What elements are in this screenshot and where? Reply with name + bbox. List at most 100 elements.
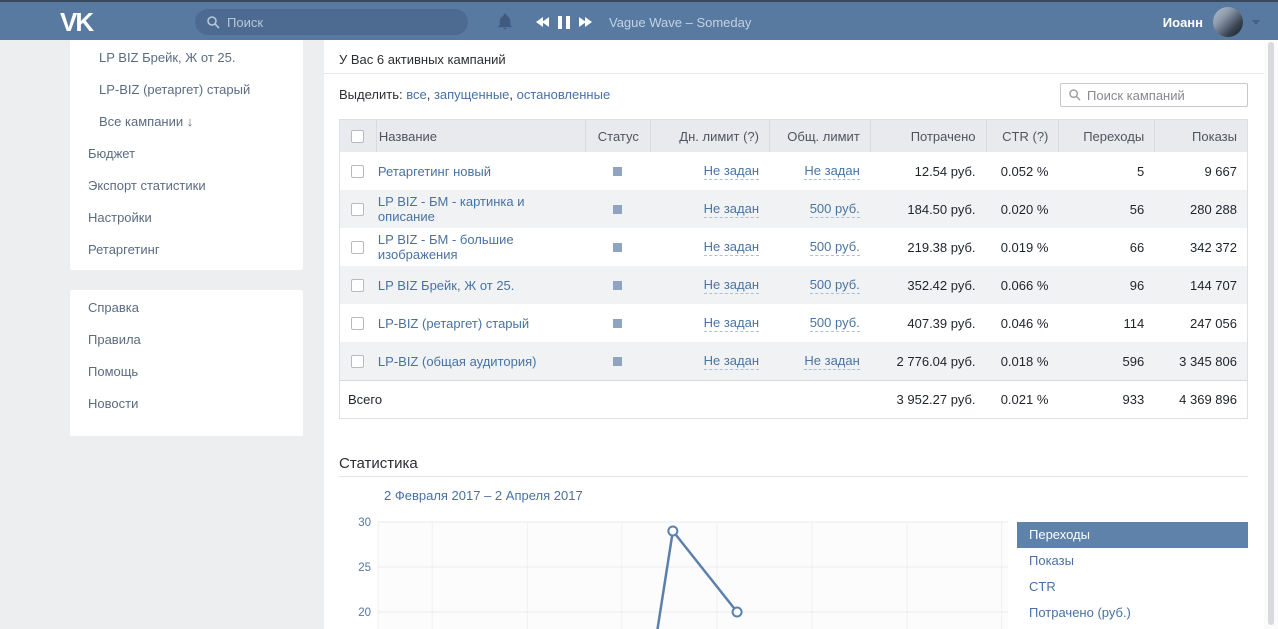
sidebar-item[interactable]: Экспорт статистики: [70, 170, 303, 202]
global-search-input[interactable]: [227, 15, 456, 30]
impressions-cell: 247 056: [1154, 316, 1247, 331]
sidebar-item[interactable]: Настройки: [70, 202, 303, 234]
total-limit-link[interactable]: 500 руб.: [810, 277, 860, 294]
chart-ytick-label: 25: [358, 562, 371, 574]
sidebar-item[interactable]: Ретаргетинг: [70, 234, 303, 266]
column-header[interactable]: Дн. лимит (?): [650, 120, 769, 152]
total-limit-link[interactable]: Не задан: [804, 163, 859, 180]
column-header[interactable]: Общ. лимит: [769, 120, 870, 152]
impressions-cell: 3 345 806: [1154, 354, 1247, 369]
row-checkbox[interactable]: [351, 279, 364, 292]
sidebar-item[interactable]: LP BIZ Брейк, Ж от 25.: [70, 42, 303, 74]
day-limit-cell: Не задан: [650, 353, 769, 370]
user-name: Иоанн: [1163, 15, 1203, 30]
campaign-status-cell: [585, 319, 650, 328]
status-stopped-icon: [613, 205, 622, 214]
total-ctr: 0.021 %: [986, 392, 1059, 407]
sidebar-item[interactable]: LP-BIZ (ретаргет) старый: [70, 74, 303, 106]
sidebar-item[interactable]: Справка: [70, 292, 303, 324]
vk-logo[interactable]: VK: [60, 7, 92, 38]
campaign-status-cell: [585, 357, 650, 366]
day-limit-link[interactable]: Не задан: [704, 239, 759, 256]
total-limit-cell: 500 руб.: [769, 315, 870, 332]
row-checkbox-cell: [340, 279, 376, 292]
campaign-search[interactable]: [1060, 83, 1248, 107]
column-header[interactable]: CTR (?): [986, 120, 1059, 152]
select-filter-link[interactable]: запущенные: [434, 87, 509, 102]
select-all-checkbox[interactable]: [351, 130, 364, 143]
column-header[interactable]: Потрачено: [870, 120, 986, 152]
column-header[interactable]: Показы: [1154, 120, 1247, 152]
ctr-cell: 0.019 %: [986, 240, 1059, 255]
total-limit-cell: Не задан: [769, 163, 870, 180]
campaign-status-cell: [585, 205, 650, 214]
ctr-cell: 0.046 %: [986, 316, 1059, 331]
total-limit-link[interactable]: 500 руб.: [810, 201, 860, 218]
metric-menu-item[interactable]: CTR: [1017, 574, 1248, 600]
day-limit-link[interactable]: Не задан: [704, 163, 759, 180]
clicks-cell: 66: [1058, 240, 1154, 255]
day-limit-link[interactable]: Не задан: [704, 277, 759, 294]
table-total-row: Всего 3 952.27 руб. 0.021 % 933 4 369 89…: [340, 380, 1247, 418]
spent-cell: 184.50 руб.: [870, 202, 986, 217]
day-limit-link[interactable]: Не задан: [704, 201, 759, 218]
campaign-name-cell: LP-BIZ (ретаргет) старый: [376, 316, 586, 331]
status-stopped-icon: [613, 281, 622, 290]
column-header[interactable]: Статус: [585, 120, 650, 152]
row-checkbox[interactable]: [351, 203, 364, 216]
status-stopped-icon: [613, 243, 622, 252]
day-limit-link[interactable]: Не задан: [704, 315, 759, 332]
global-search[interactable]: [195, 9, 468, 35]
clicks-cell: 56: [1058, 202, 1154, 217]
total-limit-link[interactable]: 500 руб.: [810, 239, 860, 256]
campaign-name-link[interactable]: LP-BIZ (общая аудитория): [378, 354, 537, 369]
metric-menu-item[interactable]: Переходы: [1017, 522, 1248, 548]
metric-menu-item[interactable]: Показы: [1017, 548, 1248, 574]
date-range-selector[interactable]: 2 Февраля 2017 – 2 Апреля 2017: [384, 486, 583, 506]
ctr-cell: 0.066 %: [986, 278, 1059, 293]
row-checkbox-cell: [340, 165, 376, 178]
status-stopped-icon: [613, 319, 622, 328]
sidebar-item[interactable]: Все кампании ↓: [70, 106, 303, 138]
sidebar-item[interactable]: Помощь: [70, 356, 303, 388]
row-checkbox[interactable]: [351, 355, 364, 368]
total-limit-link[interactable]: 500 руб.: [810, 315, 860, 332]
sidebar-item[interactable]: Новости: [70, 388, 303, 420]
metric-menu-item[interactable]: Потрачено (руб.): [1017, 600, 1248, 626]
chart-point-marker[interactable]: [733, 608, 742, 617]
campaign-name-link[interactable]: LP BIZ - БМ - картинка и описание: [378, 194, 578, 224]
search-icon: [1069, 89, 1081, 101]
campaigns-table: НазваниеСтатусДн. лимит (?)Общ. лимитПот…: [339, 119, 1248, 419]
column-header[interactable]: Переходы: [1058, 120, 1154, 152]
column-header[interactable]: Название: [376, 120, 586, 152]
day-limit-cell: Не задан: [650, 201, 769, 218]
player-track-title[interactable]: Vague Wave – Someday: [609, 15, 751, 30]
sidebar-item[interactable]: Бюджет: [70, 138, 303, 170]
campaign-row: LP BIZ Брейк, Ж от 25.Не задан500 руб.35…: [340, 266, 1247, 304]
campaign-search-input[interactable]: [1087, 88, 1239, 103]
player-rewind-icon[interactable]: [536, 17, 549, 27]
chart-ytick-label: 30: [358, 517, 371, 529]
chart-point-marker[interactable]: [668, 527, 677, 536]
row-checkbox[interactable]: [351, 317, 364, 330]
campaign-name-cell: LP BIZ - БМ - большие изображения: [376, 232, 586, 262]
select-filter-link[interactable]: все: [406, 87, 427, 102]
campaign-name-link[interactable]: LP BIZ - БМ - большие изображения: [378, 232, 578, 262]
total-limit-link[interactable]: Не задан: [804, 353, 859, 370]
sidebar-item[interactable]: Правила: [70, 324, 303, 356]
scrollbar-thumb[interactable]: [1268, 42, 1274, 625]
music-player: Vague Wave – Someday: [536, 2, 751, 42]
campaign-row: LP BIZ - БМ - большие изображения Не зада…: [340, 228, 1247, 266]
profile-menu[interactable]: Иоанн: [1163, 2, 1260, 42]
player-forward-icon[interactable]: [579, 17, 592, 27]
total-limit-cell: 500 руб.: [769, 201, 870, 218]
notifications-bell-icon[interactable]: [496, 12, 514, 34]
row-checkbox[interactable]: [351, 165, 364, 178]
campaign-name-link[interactable]: LP-BIZ (ретаргет) старый: [378, 316, 529, 331]
player-pause-icon[interactable]: [558, 16, 570, 29]
select-filter-link[interactable]: остановленные: [517, 87, 611, 102]
day-limit-link[interactable]: Не задан: [704, 353, 759, 370]
row-checkbox[interactable]: [351, 241, 364, 254]
campaign-name-link[interactable]: Ретаргетинг новый: [378, 164, 491, 179]
campaign-name-link[interactable]: LP BIZ Брейк, Ж от 25.: [378, 278, 514, 293]
